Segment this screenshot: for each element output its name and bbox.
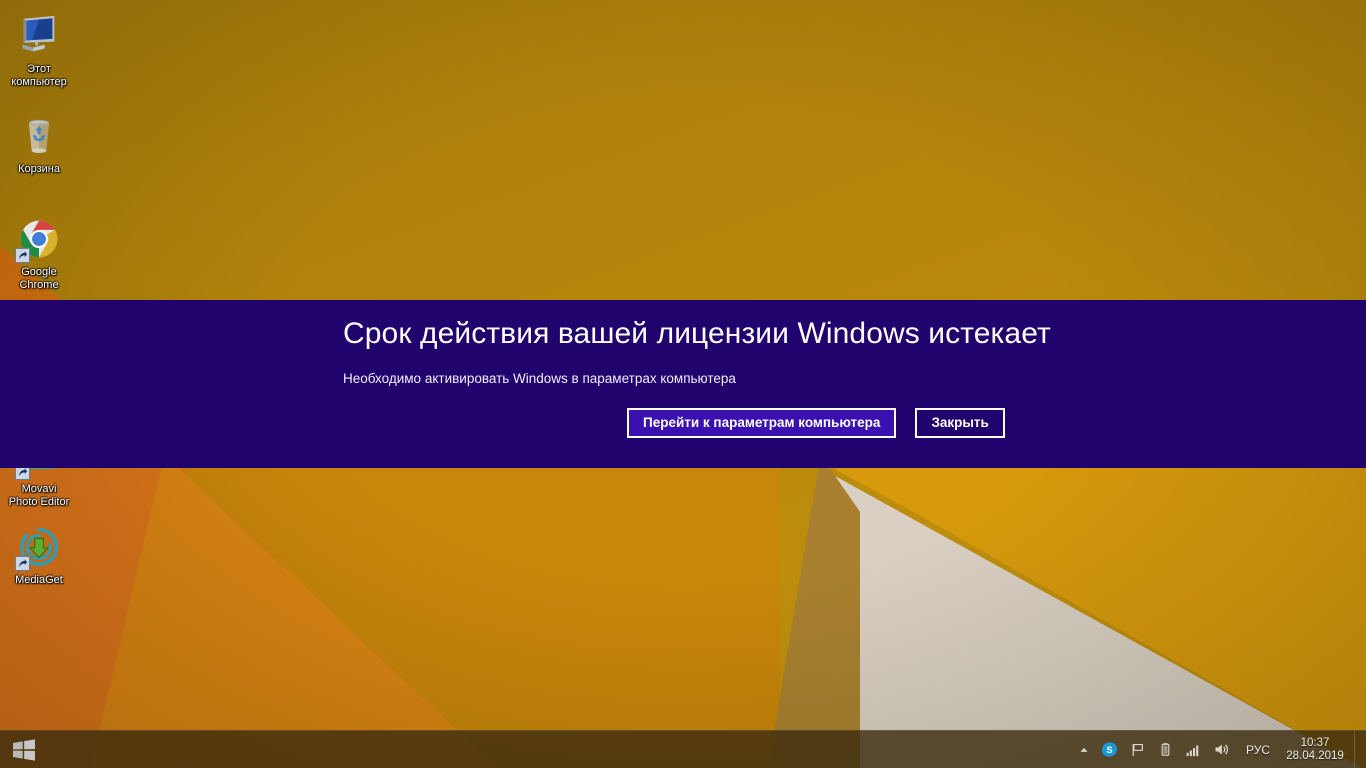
desktop-screen: Этот компьютер Корзина Google Chrome Mov… <box>0 0 1366 768</box>
go-to-pc-settings-button[interactable]: Перейти к параметрам компьютера <box>627 408 897 438</box>
banner-subtitle: Необходимо активировать Windows в параме… <box>343 371 736 386</box>
shortcut-arrow-icon <box>15 248 30 263</box>
computer-icon <box>15 12 63 60</box>
desktop-icon-google-chrome[interactable]: Google Chrome <box>2 215 76 291</box>
start-button[interactable] <box>0 731 48 768</box>
clock-date: 28.04.2019 <box>1286 749 1344 762</box>
desktop-icon-this-computer[interactable]: Этот компьютер <box>2 12 76 88</box>
action-center-flag-icon[interactable] <box>1124 731 1152 768</box>
system-tray: S РУС 10:37 28.04.2019 <box>1073 730 1366 768</box>
desktop-icon-label: Google Chrome <box>19 266 59 291</box>
show-hidden-icons-chevron-icon[interactable] <box>1073 731 1095 768</box>
desktop-icon-label: Movavi Photo Editor <box>8 483 70 508</box>
taskbar-clock[interactable]: 10:37 28.04.2019 <box>1280 731 1354 768</box>
mediaget-icon <box>15 523 63 571</box>
banner-button-group: Перейти к параметрам компьютера Закрыть <box>627 408 1005 438</box>
shortcut-arrow-icon <box>15 556 30 571</box>
desktop-icon-label: MediaGet <box>15 574 63 586</box>
volume-icon[interactable] <box>1207 731 1236 768</box>
battery-icon[interactable] <box>1152 731 1179 768</box>
desktop-icon-label: Корзина <box>18 163 60 175</box>
svg-text:S: S <box>1106 745 1112 755</box>
desktop-icon-mediaget[interactable]: MediaGet <box>2 523 76 587</box>
windows-license-notification-banner: Срок действия вашей лицензии Windows ист… <box>0 300 1366 468</box>
taskbar: S РУС 10:37 28.04.2019 <box>0 730 1366 768</box>
clock-time: 10:37 <box>1300 736 1330 749</box>
close-button[interactable]: Закрыть <box>915 408 1005 438</box>
banner-title: Срок действия вашей лицензии Windows ист… <box>343 317 1051 350</box>
recycle-bin-icon <box>15 112 63 160</box>
desktop-icon-label: Этот компьютер <box>11 63 67 88</box>
language-indicator[interactable]: РУС <box>1236 731 1280 768</box>
skype-tray-icon[interactable]: S <box>1095 731 1124 768</box>
chrome-icon <box>15 215 63 263</box>
show-desktop-button[interactable] <box>1354 730 1362 768</box>
desktop-icon-recycle-bin[interactable]: Корзина <box>2 112 76 176</box>
network-signal-icon[interactable] <box>1179 731 1207 768</box>
